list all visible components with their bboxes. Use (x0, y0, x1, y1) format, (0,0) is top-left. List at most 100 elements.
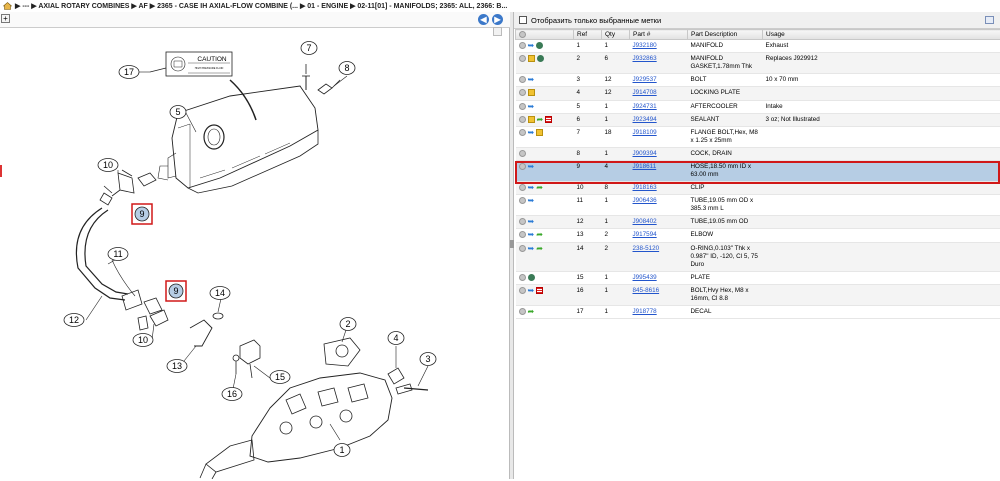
callout-9[interactable]: 9 (132, 204, 152, 224)
add-to-cart-icon[interactable] (519, 55, 526, 62)
table-row[interactable]: ➥➦132J917594ELBOW (516, 229, 1000, 242)
col-header-ref[interactable]: Ref (574, 30, 602, 40)
col-header-qty[interactable]: Qty (602, 30, 630, 40)
part-number-link[interactable]: J918611 (633, 163, 657, 170)
add-to-cart-icon[interactable] (519, 245, 526, 252)
part-number-link[interactable]: 845-8616 (633, 287, 660, 294)
part-number-link[interactable]: J929537 (633, 76, 657, 83)
green-arrow-icon[interactable]: ➦ (528, 308, 535, 315)
globe-icon[interactable] (528, 274, 535, 281)
link-arrow-icon[interactable]: ➥ (528, 42, 535, 49)
link-arrow-icon[interactable]: ➥ (528, 245, 535, 252)
callout-1[interactable]: 1 (334, 444, 350, 457)
table-row[interactable]: 81J909394COCK, DRAIN (516, 147, 1000, 160)
callout-14[interactable]: 14 (210, 287, 230, 300)
col-header-usage[interactable]: Usage (763, 30, 1000, 40)
table-row[interactable]: 151J995439PLATE (516, 271, 1000, 284)
callout-10[interactable]: 10 (98, 159, 118, 172)
link-arrow-icon[interactable]: ➥ (528, 76, 535, 83)
part-number-link[interactable]: J918163 (633, 184, 657, 191)
note-icon[interactable] (545, 116, 552, 123)
callout-17[interactable]: 17 (119, 66, 139, 79)
callout-16[interactable]: 16 (222, 388, 242, 401)
folder-icon[interactable] (528, 116, 535, 123)
part-number-link[interactable]: J918109 (633, 129, 657, 136)
link-arrow-icon[interactable]: ➥ (528, 129, 535, 136)
add-to-cart-icon[interactable] (519, 274, 526, 281)
part-number-link[interactable]: J918778 (633, 308, 657, 315)
callout-15[interactable]: 15 (270, 371, 290, 384)
add-to-cart-icon[interactable] (519, 76, 526, 83)
link-arrow-icon[interactable]: ➥ (528, 231, 535, 238)
table-row[interactable]: ➥11J932180MANIFOLDExhaust (516, 40, 1000, 53)
add-to-cart-icon[interactable] (519, 129, 526, 136)
table-row[interactable]: 412J914708LOCKING PLATE (516, 87, 1000, 100)
callout-9[interactable]: 9 (166, 281, 186, 301)
callout-12[interactable]: 12 (64, 314, 84, 327)
globe-icon[interactable] (536, 42, 543, 49)
folder-icon[interactable] (528, 89, 535, 96)
add-to-cart-icon[interactable] (519, 116, 526, 123)
col-header-part[interactable]: Part # (630, 30, 688, 40)
table-row[interactable]: 26J932863MANIFOLD GASKET,1.78mm ThkRepla… (516, 53, 1000, 74)
globe-icon[interactable] (537, 55, 544, 62)
add-to-cart-icon[interactable] (519, 287, 526, 294)
part-number-link[interactable]: J924731 (633, 103, 657, 110)
link-arrow-icon[interactable]: ➥ (528, 103, 535, 110)
link-arrow-icon[interactable]: ➥ (528, 287, 535, 294)
callout-2[interactable]: 2 (340, 318, 356, 331)
green-arrow-icon[interactable]: ➦ (536, 231, 543, 238)
green-arrow-icon[interactable]: ➦ (536, 184, 543, 191)
add-to-cart-icon[interactable] (519, 163, 526, 170)
table-row[interactable]: ➥161845-8616BOLT,Hvy Hex, M8 x 16mm, Cl … (516, 284, 1000, 305)
link-arrow-icon[interactable]: ➥ (528, 184, 535, 191)
add-to-cart-icon[interactable] (519, 218, 526, 225)
green-arrow-icon[interactable]: ➦ (536, 245, 543, 252)
callout-5[interactable]: 5 (170, 106, 186, 119)
table-row[interactable]: ➥718J918109FLANGE BOLT,Hex, M8 x 1.25 x … (516, 126, 1000, 147)
add-to-cart-icon[interactable] (519, 103, 526, 110)
callout-4[interactable]: 4 (388, 332, 404, 345)
callout-3[interactable]: 3 (420, 353, 436, 366)
callout-10[interactable]: 10 (133, 334, 153, 347)
export-icon[interactable] (985, 16, 994, 24)
table-row[interactable]: ➥94J918611HOSE,18.50 mm ID x 63.00 mm (516, 161, 1000, 182)
callout-13[interactable]: 13 (167, 360, 187, 373)
zoom-in-button[interactable]: + (1, 14, 10, 23)
part-number-link[interactable]: J914708 (633, 89, 657, 96)
home-icon[interactable] (3, 2, 12, 10)
link-arrow-icon[interactable]: ➥ (528, 197, 535, 204)
callout-11[interactable]: 11 (108, 248, 128, 261)
callout-7[interactable]: 7 (301, 42, 317, 55)
table-row[interactable]: ➥121J908402TUBE,19.05 mm OD (516, 216, 1000, 229)
table-row[interactable]: ➦171J918778DECAL (516, 305, 1000, 318)
part-number-link[interactable]: J923494 (633, 116, 657, 123)
part-number-link[interactable]: J908402 (633, 218, 657, 225)
callout-8[interactable]: 8 (339, 62, 355, 75)
add-to-cart-icon[interactable] (519, 197, 526, 204)
part-number-link[interactable]: J909394 (633, 150, 657, 157)
col-header-description[interactable]: Part Description (688, 30, 763, 40)
link-arrow-icon[interactable]: ➥ (528, 218, 535, 225)
table-row[interactable]: ➥312J929537BOLT10 x 70 mm (516, 74, 1000, 87)
table-row[interactable]: ➥➦108J918163CLIP (516, 182, 1000, 195)
add-to-cart-icon[interactable] (519, 231, 526, 238)
show-selected-checkbox[interactable] (519, 16, 527, 24)
next-diagram-button[interactable]: ▶ (492, 14, 503, 25)
part-number-link[interactable]: J932180 (633, 42, 657, 49)
add-to-cart-icon[interactable] (519, 150, 526, 157)
add-to-cart-icon[interactable] (519, 308, 526, 315)
part-number-link[interactable]: 238-5120 (633, 245, 660, 252)
part-number-link[interactable]: J906436 (633, 197, 657, 204)
table-row[interactable]: ➦61J923494SEALANT3 oz; Not Illustrated (516, 113, 1000, 126)
table-row[interactable]: ➥➦142238-5120O-RING,0.103" Thk x 0.987" … (516, 242, 1000, 271)
previous-diagram-button[interactable]: ◀ (478, 14, 489, 25)
table-row[interactable]: ➥51J924731AFTERCOOLERIntake (516, 100, 1000, 113)
add-to-cart-icon[interactable] (519, 184, 526, 191)
part-number-link[interactable]: J917594 (633, 231, 657, 238)
green-arrow-icon[interactable]: ➦ (537, 116, 544, 123)
folder-icon[interactable] (528, 55, 535, 62)
folder-icon[interactable] (536, 129, 543, 136)
note-icon[interactable] (536, 287, 543, 294)
part-number-link[interactable]: J995439 (633, 274, 657, 281)
